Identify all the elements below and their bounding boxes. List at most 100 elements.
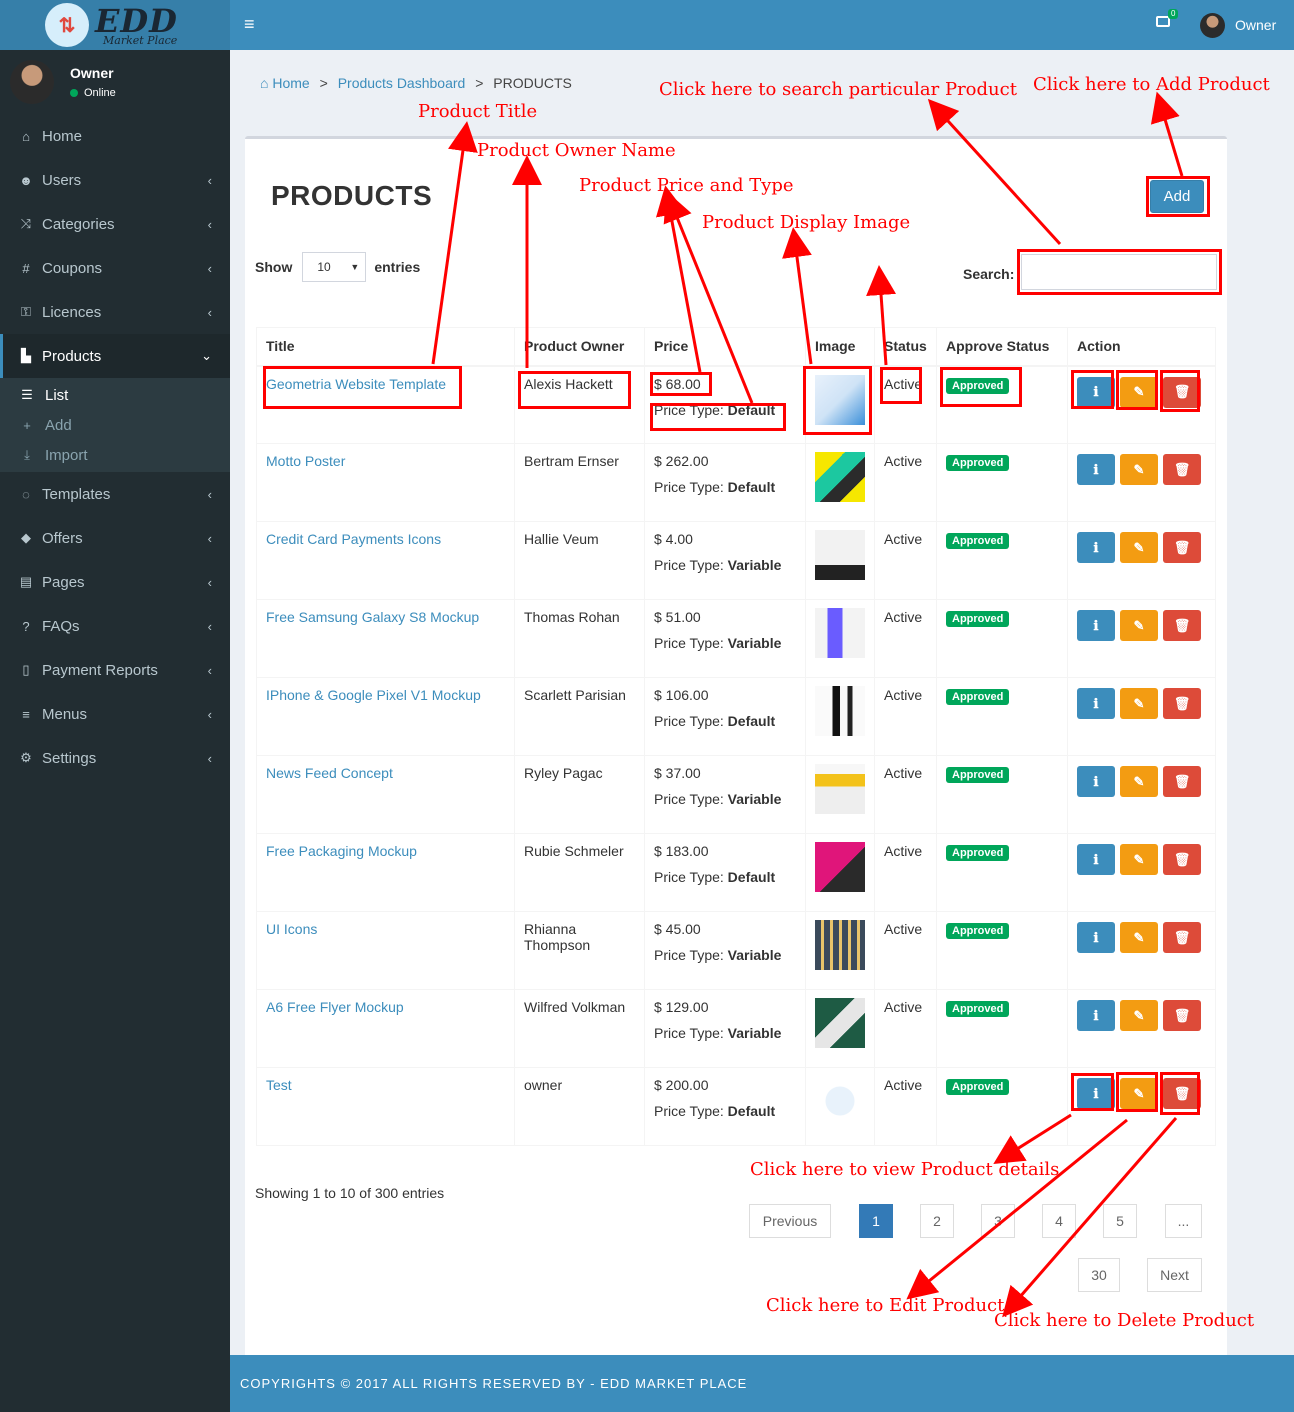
- view-product-button[interactable]: ℹ: [1077, 1000, 1115, 1031]
- edit-product-button[interactable]: ✎: [1120, 844, 1158, 875]
- sidebar-item-coupons[interactable]: # Coupons ‹: [0, 246, 230, 290]
- delete-product-button[interactable]: 🗑: [1163, 766, 1201, 797]
- pagination-page-5[interactable]: 5: [1103, 1204, 1137, 1238]
- delete-product-button[interactable]: 🗑: [1163, 688, 1201, 719]
- table-info: Showing 1 to 10 of 300 entries: [255, 1185, 445, 1201]
- price-value: $ 51.00: [654, 609, 701, 625]
- view-product-button[interactable]: ℹ: [1077, 688, 1115, 719]
- edit-product-button[interactable]: ✎: [1120, 922, 1158, 953]
- pagination-previous[interactable]: Previous: [749, 1204, 831, 1238]
- price-type: Price Type: Variable: [654, 947, 796, 963]
- pagination-next[interactable]: Next: [1147, 1258, 1202, 1292]
- table-row: Credit Card Payments Icons Hallie Veum $ 4…: [256, 521, 1216, 600]
- page-size-select[interactable]: 10 ▼: [302, 252, 367, 282]
- product-title-link[interactable]: A6 Free Flyer Mockup: [266, 999, 404, 1015]
- view-product-button[interactable]: ℹ: [1077, 610, 1115, 641]
- product-title-link[interactable]: News Feed Concept: [266, 765, 393, 781]
- column-header-title[interactable]: Title: [256, 327, 515, 367]
- sidebar-menu: ⌂ Home ☻ Users ‹ ⤨ Categories ‹ # Coupons ‹ ⚿ Li…: [0, 114, 230, 378]
- sidebar-subitem-add[interactable]: + Add: [0, 410, 230, 440]
- column-header-status[interactable]: Status: [874, 327, 937, 367]
- sidebar-menu-rest: ◌ Templates ‹ ◆ Offers ‹ ▤ Pages ‹ ? FAQs ‹ ▯ Pay…: [0, 472, 230, 780]
- delete-product-button[interactable]: 🗑: [1163, 844, 1201, 875]
- sidebar-toggle-icon[interactable]: ≡: [244, 14, 255, 35]
- sidebar-item-menus[interactable]: ≡ Menus ‹: [0, 692, 230, 736]
- sidebar-item-label: Offers: [42, 529, 83, 547]
- column-header-price[interactable]: Price: [644, 327, 806, 367]
- price-type-value: Default: [727, 713, 776, 729]
- approved-badge: Approved: [946, 611, 1010, 627]
- pagination-page-3[interactable]: 3: [981, 1204, 1015, 1238]
- edit-product-button[interactable]: ✎: [1120, 454, 1158, 485]
- table-row: Free Packaging Mockup Rubie Schmeler $ 183…: [256, 833, 1216, 912]
- sidebar-item-home[interactable]: ⌂ Home: [0, 114, 230, 158]
- online-dot-icon: [70, 89, 78, 97]
- sidebar-subitem-import[interactable]: ⤓ Import: [0, 440, 230, 470]
- sidebar-item-licences[interactable]: ⚿ Licences ‹: [0, 290, 230, 334]
- delete-product-button[interactable]: 🗑: [1163, 454, 1201, 485]
- pagination-page-2[interactable]: 2: [920, 1204, 954, 1238]
- product-title-link[interactable]: Credit Card Payments Icons: [266, 531, 441, 547]
- highlight-approve: [940, 367, 1022, 407]
- view-product-button[interactable]: ℹ: [1077, 766, 1115, 797]
- view-product-button[interactable]: ℹ: [1077, 454, 1115, 485]
- cell-owner: owner: [514, 1067, 645, 1146]
- pagination-page-30[interactable]: 30: [1078, 1258, 1120, 1292]
- sidebar-item-payment-reports[interactable]: ▯ Payment Reports ‹: [0, 648, 230, 692]
- sidebar-subitem-list[interactable]: ☰ List: [0, 380, 230, 410]
- product-title-link[interactable]: Test: [266, 1077, 292, 1093]
- sidebar-item-products[interactable]: ▙ Products ⌄: [0, 334, 230, 378]
- products-table: Title Product Owner Price Image Status A…: [256, 327, 1216, 1146]
- column-header-action[interactable]: Action: [1067, 327, 1216, 367]
- edit-product-button[interactable]: ✎: [1120, 766, 1158, 797]
- pagination-page-1[interactable]: 1: [859, 1204, 893, 1238]
- sidebar-item-faqs[interactable]: ? FAQs ‹: [0, 604, 230, 648]
- view-product-button[interactable]: ℹ: [1077, 532, 1115, 563]
- breadcrumb-products-dashboard[interactable]: Products Dashboard: [338, 75, 466, 91]
- price-type-value: Default: [727, 479, 776, 495]
- sidebar-item-offers[interactable]: ◆ Offers ‹: [0, 516, 230, 560]
- header-user-name[interactable]: Owner: [1235, 17, 1276, 33]
- product-title-link[interactable]: Free Samsung Galaxy S8 Mockup: [266, 609, 479, 625]
- sidebar-item-templates[interactable]: ◌ Templates ‹: [0, 472, 230, 516]
- product-thumbnail: [815, 998, 865, 1048]
- product-title-link[interactable]: Motto Poster: [266, 453, 345, 469]
- delete-product-button[interactable]: 🗑: [1163, 610, 1201, 641]
- cell-status: Active: [874, 677, 937, 756]
- breadcrumb-current: PRODUCTS: [493, 75, 572, 91]
- product-title-link[interactable]: UI Icons: [266, 921, 317, 937]
- edit-product-button[interactable]: ✎: [1120, 610, 1158, 641]
- pagination-ellipsis: ...: [1165, 1204, 1202, 1238]
- sidebar-item-pages[interactable]: ▤ Pages ‹: [0, 560, 230, 604]
- delete-product-button[interactable]: 🗑: [1163, 922, 1201, 953]
- view-product-button[interactable]: ℹ: [1077, 844, 1115, 875]
- trash-icon: 🗑: [1173, 1007, 1191, 1023]
- column-header-image[interactable]: Image: [805, 327, 875, 367]
- cell-owner: Scarlett Parisian: [514, 677, 645, 756]
- cell-price: $ 37.00 Price Type: Variable: [644, 755, 806, 834]
- pagination-page-4[interactable]: 4: [1042, 1204, 1076, 1238]
- cell-image: [805, 599, 875, 678]
- edit-product-button[interactable]: ✎: [1120, 532, 1158, 563]
- edit-product-button[interactable]: ✎: [1120, 1000, 1158, 1031]
- brand-logo[interactable]: ⇅ EDD Market Place: [0, 0, 230, 50]
- view-product-button[interactable]: ℹ: [1077, 922, 1115, 953]
- avatar[interactable]: [1200, 13, 1225, 38]
- delete-product-button[interactable]: 🗑: [1163, 1000, 1201, 1031]
- sidebar-item-label: Home: [42, 127, 83, 145]
- delete-product-button[interactable]: 🗑: [1163, 532, 1201, 563]
- sidebar-item-label: Coupons: [42, 259, 103, 277]
- breadcrumb-home[interactable]: ⌂ Home: [260, 75, 310, 91]
- edit-product-button[interactable]: ✎: [1120, 688, 1158, 719]
- product-title-link[interactable]: IPhone & Google Pixel V1 Mockup: [266, 687, 481, 703]
- column-header-owner[interactable]: Product Owner: [514, 327, 645, 367]
- footer: COPYRIGHTS © 2017 ALL RIGHTS RESERVED BY…: [230, 1355, 1294, 1412]
- sidebar-item-categories[interactable]: ⤨ Categories ‹: [0, 202, 230, 246]
- approved-badge: Approved: [946, 845, 1010, 861]
- product-title-link[interactable]: Free Packaging Mockup: [266, 843, 417, 859]
- sidebar-item-users[interactable]: ☻ Users ‹: [0, 158, 230, 202]
- sidebar-item-settings[interactable]: ⚙ Settings ‹: [0, 736, 230, 780]
- price-value: $ 129.00: [654, 999, 709, 1015]
- caret-down-icon: ▼: [350, 262, 360, 272]
- column-header-approve-status[interactable]: Approve Status: [936, 327, 1068, 367]
